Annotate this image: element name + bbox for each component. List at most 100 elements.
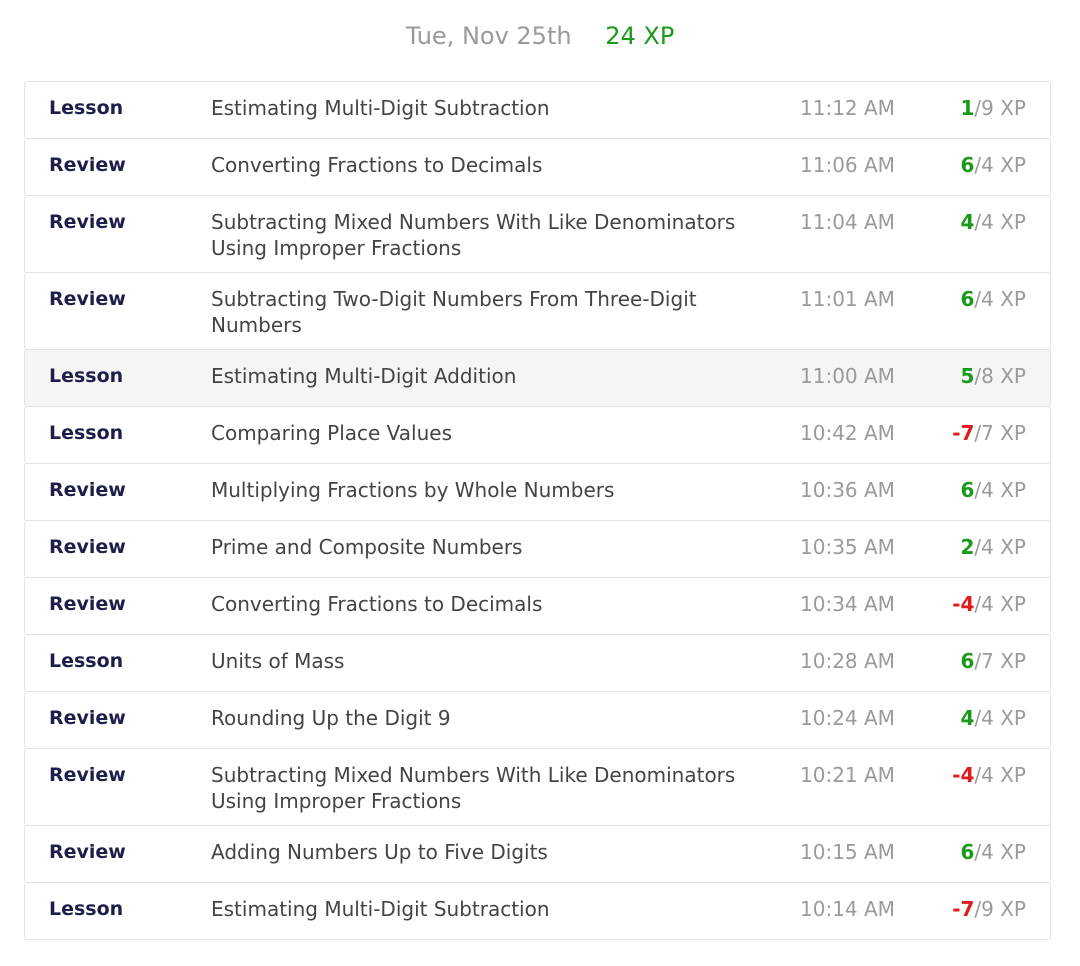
xp-earned: 2 bbox=[960, 535, 975, 559]
activity-type: Review bbox=[49, 536, 126, 558]
xp-max: /7 XP bbox=[974, 649, 1026, 673]
activity-list: Lesson Estimating Multi-Digit Subtractio… bbox=[24, 81, 1051, 940]
activity-title: Estimating Multi-Digit Subtraction bbox=[211, 96, 550, 120]
activity-xp: 4/4 XP bbox=[960, 209, 1026, 235]
activity-xp: 1/9 XP bbox=[960, 95, 1026, 121]
xp-max: /4 XP bbox=[974, 287, 1026, 311]
activity-row[interactable]: Review Subtracting Two-Digit Numbers Fro… bbox=[24, 272, 1051, 350]
activity-type: Review bbox=[49, 764, 126, 786]
xp-earned: 4 bbox=[960, 706, 975, 730]
activity-row[interactable]: Review Multiplying Fractions by Whole Nu… bbox=[24, 463, 1051, 521]
activity-type: Lesson bbox=[49, 650, 124, 672]
activity-type: Lesson bbox=[49, 97, 124, 119]
activity-type: Review bbox=[49, 479, 126, 501]
activity-row[interactable]: Lesson Comparing Place Values 10:42 AM -… bbox=[24, 406, 1051, 464]
activity-xp: -4/4 XP bbox=[952, 762, 1026, 788]
xp-earned: 6 bbox=[960, 649, 975, 673]
activity-type: Review bbox=[49, 211, 126, 233]
activity-row[interactable]: Lesson Units of Mass 10:28 AM 6/7 XP bbox=[24, 634, 1051, 692]
xp-earned: 5 bbox=[960, 364, 975, 388]
activity-xp: 6/7 XP bbox=[960, 648, 1026, 674]
activity-row[interactable]: Review Subtracting Mixed Numbers With Li… bbox=[24, 195, 1051, 273]
xp-earned: -7 bbox=[952, 897, 975, 921]
xp-max: /4 XP bbox=[974, 535, 1026, 559]
activity-time: 10:34 AM bbox=[800, 592, 895, 616]
activity-xp: 6/4 XP bbox=[960, 286, 1026, 312]
activity-type: Review bbox=[49, 154, 126, 176]
activity-title: Converting Fractions to Decimals bbox=[211, 592, 543, 616]
activity-row[interactable]: Review Subtracting Mixed Numbers With Li… bbox=[24, 748, 1051, 826]
activity-time: 11:01 AM bbox=[800, 287, 895, 311]
activity-xp: 6/4 XP bbox=[960, 152, 1026, 178]
activity-xp: 4/4 XP bbox=[960, 705, 1026, 731]
activity-row[interactable]: Review Prime and Composite Numbers 10:35… bbox=[24, 520, 1051, 578]
activity-time: 10:42 AM bbox=[800, 421, 895, 445]
xp-earned: 6 bbox=[960, 478, 975, 502]
activity-title: Subtracting Two-Digit Numbers From Three… bbox=[211, 287, 697, 337]
activity-type: Review bbox=[49, 841, 126, 863]
xp-earned: 4 bbox=[960, 210, 975, 234]
activity-row[interactable]: Lesson Estimating Multi-Digit Subtractio… bbox=[24, 882, 1051, 940]
activity-xp: 6/4 XP bbox=[960, 839, 1026, 865]
xp-earned: 6 bbox=[960, 153, 975, 177]
xp-max: /9 XP bbox=[974, 897, 1026, 921]
xp-earned: -4 bbox=[952, 592, 975, 616]
activity-time: 10:14 AM bbox=[800, 897, 895, 921]
activity-type: Lesson bbox=[49, 898, 124, 920]
xp-max: /7 XP bbox=[974, 421, 1026, 445]
activity-title: Units of Mass bbox=[211, 649, 345, 673]
activity-type: Lesson bbox=[49, 365, 124, 387]
activity-time: 10:36 AM bbox=[800, 478, 895, 502]
activity-title: Rounding Up the Digit 9 bbox=[211, 706, 451, 730]
xp-max: /4 XP bbox=[974, 763, 1026, 787]
activity-type: Review bbox=[49, 593, 126, 615]
activity-title: Prime and Composite Numbers bbox=[211, 535, 523, 559]
xp-max: /9 XP bbox=[974, 96, 1026, 120]
activity-time: 11:06 AM bbox=[800, 153, 895, 177]
activity-row[interactable]: Review Converting Fractions to Decimals … bbox=[24, 577, 1051, 635]
activity-xp: -7/7 XP bbox=[952, 420, 1026, 446]
activity-xp: 6/4 XP bbox=[960, 477, 1026, 503]
xp-max: /4 XP bbox=[974, 840, 1026, 864]
activity-title: Adding Numbers Up to Five Digits bbox=[211, 840, 548, 864]
xp-max: /4 XP bbox=[974, 706, 1026, 730]
xp-max: /4 XP bbox=[974, 153, 1026, 177]
activity-row[interactable]: Review Adding Numbers Up to Five Digits … bbox=[24, 825, 1051, 883]
xp-max: /4 XP bbox=[974, 478, 1026, 502]
activity-time: 10:15 AM bbox=[800, 840, 895, 864]
xp-max: /4 XP bbox=[974, 210, 1026, 234]
xp-earned: -4 bbox=[952, 763, 975, 787]
activity-row[interactable]: Lesson Estimating Multi-Digit Subtractio… bbox=[24, 81, 1051, 139]
activity-type: Lesson bbox=[49, 422, 124, 444]
activity-title: Converting Fractions to Decimals bbox=[211, 153, 543, 177]
activity-title: Estimating Multi-Digit Subtraction bbox=[211, 897, 550, 921]
xp-earned: 6 bbox=[960, 840, 975, 864]
xp-earned: 1 bbox=[960, 96, 975, 120]
activity-xp: 2/4 XP bbox=[960, 534, 1026, 560]
activity-row[interactable]: Review Converting Fractions to Decimals … bbox=[24, 138, 1051, 196]
activity-title: Comparing Place Values bbox=[211, 421, 453, 445]
activity-title: Multiplying Fractions by Whole Numbers bbox=[211, 478, 615, 502]
xp-max: /8 XP bbox=[974, 364, 1026, 388]
xp-earned: -7 bbox=[952, 421, 975, 445]
activity-xp: -4/4 XP bbox=[952, 591, 1026, 617]
activity-time: 11:12 AM bbox=[800, 96, 895, 120]
activity-title: Subtracting Mixed Numbers With Like Deno… bbox=[211, 210, 736, 260]
activity-time: 11:00 AM bbox=[800, 364, 895, 388]
day-date: Tue, Nov 25th bbox=[405, 22, 572, 50]
activity-title: Estimating Multi-Digit Addition bbox=[211, 364, 517, 388]
activity-xp: 5/8 XP bbox=[960, 363, 1026, 389]
activity-time: 10:21 AM bbox=[800, 763, 895, 787]
activity-time: 10:35 AM bbox=[800, 535, 895, 559]
activity-time: 10:28 AM bbox=[800, 649, 895, 673]
activity-row[interactable]: Review Rounding Up the Digit 9 10:24 AM … bbox=[24, 691, 1051, 749]
activity-type: Review bbox=[49, 707, 126, 729]
activity-row[interactable]: Lesson Estimating Multi-Digit Addition 1… bbox=[24, 349, 1051, 407]
activity-time: 11:04 AM bbox=[800, 210, 895, 234]
activity-time: 10:24 AM bbox=[800, 706, 895, 730]
activity-xp: -7/9 XP bbox=[952, 896, 1026, 922]
day-summary-header: Tue, Nov 25th 24 XP bbox=[0, 18, 1080, 54]
xp-earned: 6 bbox=[960, 287, 975, 311]
day-total-xp: 24 XP bbox=[605, 22, 675, 50]
activity-title: Subtracting Mixed Numbers With Like Deno… bbox=[211, 763, 736, 813]
